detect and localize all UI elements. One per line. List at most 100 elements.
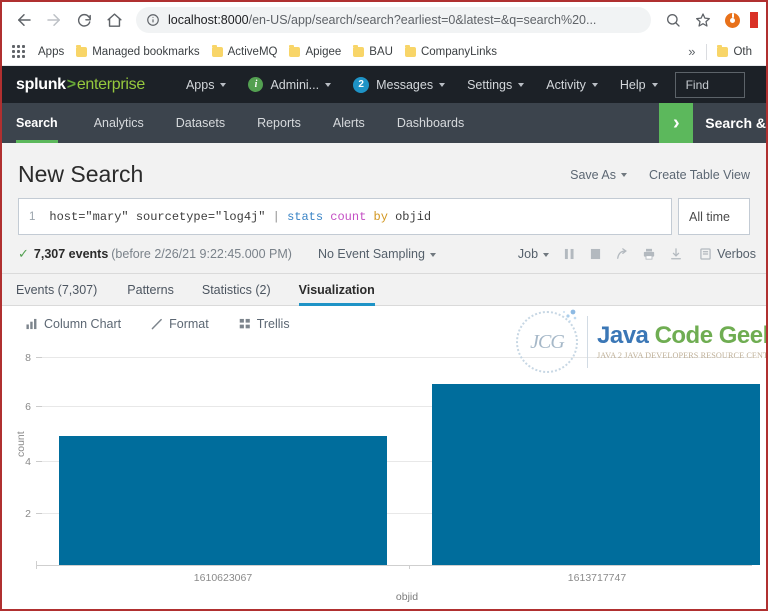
stop-icon[interactable] (590, 248, 601, 260)
find-input[interactable]: Find (674, 71, 745, 98)
topnav-messages[interactable]: 2 Messages (342, 66, 456, 103)
event-sampling-label: No Event Sampling (317, 247, 425, 261)
splunk-logo[interactable]: splunk > enterprise (16, 76, 145, 94)
topnav-help[interactable]: Help (609, 66, 669, 103)
y-axis-ticks (36, 357, 42, 514)
chevron-down-icon (325, 82, 332, 87)
trellis-button[interactable]: Trellis (239, 317, 290, 331)
query-pipe: | (272, 209, 288, 224)
x-axis-labels-svg: 1610623067 1613717747 objid (194, 572, 627, 603)
mode-icon (700, 248, 711, 260)
url-text: localhost:8000/en-US/app/search/search?e… (168, 13, 596, 27)
print-icon[interactable] (643, 248, 655, 260)
star-icon[interactable] (689, 6, 717, 34)
time-range-picker[interactable]: All time (678, 198, 750, 235)
extension-icon-2[interactable] (750, 12, 758, 28)
extension-icon[interactable] (725, 12, 740, 28)
column-chart[interactable]: count 8 6 4 2 1610623067 1613717747 obji… (2, 339, 760, 603)
bookmark-companylinks[interactable]: CompanyLinks (401, 44, 503, 60)
reload-icon[interactable] (70, 6, 98, 34)
apps-grid-icon[interactable] (12, 44, 26, 59)
chevron-down-icon (621, 173, 627, 178)
tab-events[interactable]: Events (7,307) (16, 274, 113, 305)
tab-label: Events (7,307) (16, 282, 98, 297)
topnav-label: Admini... (270, 77, 320, 92)
format-button[interactable]: Format (151, 317, 209, 331)
query-function: count (330, 209, 374, 224)
y-tick-8: 8 (25, 352, 31, 364)
event-sampling-dropdown[interactable]: No Event Sampling (318, 247, 436, 261)
chevron-down-icon (439, 82, 446, 87)
address-bar[interactable]: localhost:8000/en-US/app/search/search?e… (136, 7, 651, 33)
app-brand-name: Search & (705, 115, 766, 131)
bookmark-apigee[interactable]: Apigee (285, 44, 347, 60)
topnav-label: Settings (467, 77, 513, 92)
tab-label: Visualization (298, 282, 375, 297)
results-status-bar: ✓ 7,307 events (before 2/26/21 9:22:45.0… (2, 235, 766, 274)
x-axis-label: objid (396, 591, 418, 603)
query-field: objid (395, 209, 432, 224)
x-tick-label-0: 1610623067 (194, 572, 253, 584)
url-path: /en-US/app/search/search?earliest=0&late… (248, 13, 597, 27)
pause-icon[interactable] (564, 248, 575, 260)
chart-svg[interactable]: 8 6 4 2 (2, 339, 760, 569)
event-count: 7,307 events (33, 247, 109, 261)
chevron-down-icon (591, 82, 598, 87)
bookmark-apps[interactable]: Apps (34, 44, 70, 60)
topnav-apps[interactable]: Apps (175, 66, 238, 103)
appnav-item-reports[interactable]: Reports (241, 103, 317, 143)
chevron-down-icon (651, 82, 658, 87)
search-page: New Search Save As Create Table View 1 h… (2, 143, 766, 603)
grid-icon (239, 318, 251, 330)
visualization-panel: Column Chart Format Trellis JCG Java Cod… (2, 306, 766, 603)
appnav-label: Dashboards (396, 116, 465, 130)
url-host: localhost:8000 (168, 13, 249, 27)
chevron-down-icon (543, 252, 550, 257)
browser-toolbar: localhost:8000/en-US/app/search/search?e… (2, 2, 766, 38)
info-circle-icon (146, 13, 160, 27)
share-icon[interactable] (616, 248, 628, 260)
bookmarks-overflow-icon[interactable]: » (682, 44, 700, 59)
bookmark-bau[interactable]: BAU (349, 44, 399, 60)
appnav-item-analytics[interactable]: Analytics (78, 103, 160, 143)
check-icon: ✓ (18, 246, 29, 261)
tab-visualization[interactable]: Visualization (285, 274, 389, 306)
chart-type-selector[interactable]: Column Chart (26, 317, 121, 331)
tab-patterns[interactable]: Patterns (113, 274, 188, 305)
bar-1610623067[interactable] (59, 436, 387, 565)
back-arrow-icon[interactable] (10, 6, 38, 34)
appnav-item-search[interactable]: Search (16, 103, 78, 143)
save-as-button[interactable]: Save As (570, 168, 627, 182)
tab-statistics[interactable]: Statistics (2) (188, 274, 285, 305)
topnav-settings[interactable]: Settings (456, 66, 535, 103)
time-range-label: All time (689, 209, 730, 224)
page-header: New Search Save As Create Table View (2, 143, 766, 198)
results-tabs: Events (7,307) Patterns Statistics (2) V… (2, 274, 766, 306)
search-query-input[interactable]: 1 host="mary" sourcetype="log4j" | stats… (18, 198, 672, 235)
appnav-item-alerts[interactable]: Alerts (317, 103, 381, 143)
toolbar-right-actions (659, 6, 758, 34)
bookmark-other[interactable]: Oth (713, 44, 758, 60)
export-icon[interactable] (670, 248, 682, 260)
forward-arrow-icon[interactable] (40, 6, 68, 34)
appnav-item-dashboards[interactable]: Dashboards (381, 103, 480, 143)
format-label: Format (169, 317, 209, 331)
save-as-label: Save As (570, 167, 616, 182)
y-tick-6: 6 (25, 401, 31, 413)
topnav-label: Apps (185, 77, 215, 92)
divider (706, 43, 708, 60)
app-brand[interactable]: › Search & (659, 103, 766, 143)
home-icon[interactable] (100, 6, 128, 34)
appnav-item-datasets[interactable]: Datasets (160, 103, 241, 143)
create-table-view-button[interactable]: Create Table View (649, 168, 750, 182)
bookmark-activemq[interactable]: ActiveMQ (208, 44, 284, 60)
search-icon[interactable] (659, 6, 687, 34)
bookmark-managed-bookmarks[interactable]: Managed bookmarks (72, 44, 205, 60)
search-bar-row: 1 host="mary" sourcetype="log4j" | stats… (2, 198, 766, 235)
bar-1613717747[interactable] (432, 384, 760, 565)
job-dropdown[interactable]: Job (518, 247, 550, 261)
create-table-view-label: Create Table View (649, 167, 750, 182)
search-mode-selector[interactable]: Verbos (700, 247, 756, 261)
topnav-activity[interactable]: Activity (535, 66, 609, 103)
topnav-administrator[interactable]: i Admini... (237, 66, 342, 103)
